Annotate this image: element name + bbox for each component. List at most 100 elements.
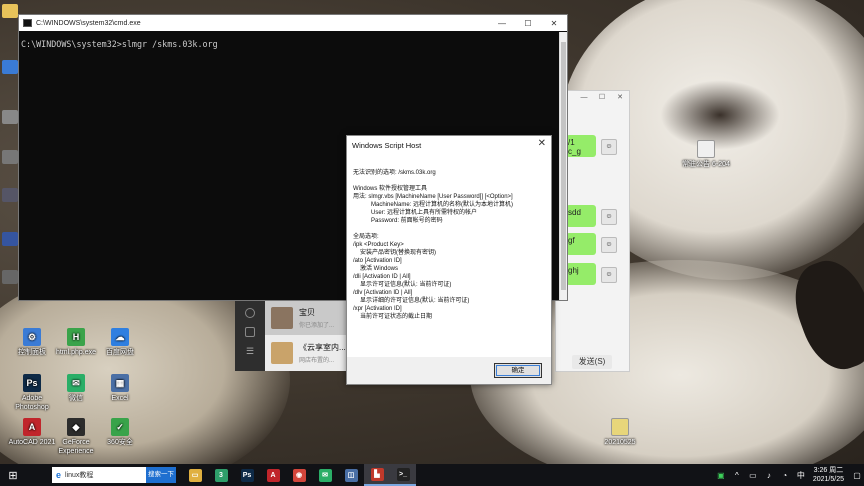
desktop-icon[interactable]: ☁ 百度网盘 [96,328,144,357]
avatar[interactable]: ☺ [601,209,617,225]
desktop-icon-label: AutoCAD 2021 [8,439,56,446]
desktop-icon-label: 百度网盘 [106,349,134,356]
message-line: Windows 软件授权管理工具 [353,186,428,192]
taskbar-app-button[interactable]: Ps [234,464,260,486]
clock-date: 2021/5/25 [812,476,844,483]
volume-icon[interactable]: ♪ [763,471,775,480]
minimize-button[interactable]: — [489,19,515,28]
desktop-icon[interactable]: Ps Adobe Photoshop [8,374,56,412]
app-tray-icon[interactable]: ▣ [715,471,727,480]
chat-bubble: ghj [566,263,596,285]
app-icon: ▙ [370,467,384,481]
search-button[interactable]: 搜索一下 [146,467,176,483]
desktop-icon[interactable]: Hhtml.php.exe [52,328,100,357]
maximize-button[interactable]: ☐ [515,19,541,28]
message-line: 当前许可证状态的截止日期 [360,314,433,320]
avatar[interactable]: ☺ [601,237,617,253]
close-icon[interactable]: ✕ [538,138,546,149]
search-text[interactable]: linux教程 [65,470,93,480]
taskbar-app-button[interactable]: ▙ [364,464,390,486]
message-line: User: 远程计算机上具有所需特权的帐户 [371,210,478,216]
message-line: 用法: slmgr.vbs [MachineName [User Passwor… [353,194,513,200]
message-line: 全局选项: [353,234,379,240]
close-button[interactable]: ✕ [611,91,629,105]
app-icon: ⚙ [23,328,41,346]
taskbar-app-button[interactable]: >_ [390,464,416,486]
list-item[interactable]: 宝贝 你已添加了... [265,300,355,335]
desktop-icon[interactable]: ✉ 微信 [52,374,100,403]
scrollbar-thumb[interactable] [561,42,566,290]
desktop-icon[interactable]: ◆ GeForce Experience [52,418,100,456]
taskbar-app-button[interactable]: ▭ [182,464,208,486]
cmd-titlebar[interactable]: C:\WINDOWS\system32\cmd.exe — ☐ ✕ [19,15,567,31]
desktop-icon[interactable]: 常驻公告 6-204 [682,140,730,169]
message-line: 安装产品密钥(替换现有密钥) [360,250,436,256]
app-icon: >_ [396,467,410,481]
app-icon: ▦ [111,374,129,392]
message-line: MachineName: 远程计算机的名称(默认为本地计算机) [371,202,514,208]
maximize-button[interactable]: ☐ [593,91,611,105]
desktop-icon-label: Adobe Photoshop [15,395,49,411]
desktop-icon[interactable]: ⚙ 控制面板 [8,328,56,357]
ok-button[interactable]: 确定 [494,363,542,378]
close-button[interactable]: ✕ [541,19,567,28]
desktop-icon-partial[interactable] [2,232,18,246]
desktop-icon-partial[interactable] [2,188,18,202]
menu-icon[interactable]: ☰ [245,346,255,356]
console-icon [23,19,32,27]
notification-icon[interactable]: ▢ [850,471,864,480]
desktop-icon-partial[interactable] [2,60,18,74]
avatar [271,306,293,329]
file-icon [611,418,629,436]
chat-bubble: sdd [566,205,596,227]
dialog-titlebar[interactable]: Windows Script Host ✕ [347,136,551,153]
taskbar-app-button[interactable]: A [260,464,286,486]
input-method-icon[interactable]: 中 [795,470,807,481]
app-icon: ☁ [111,328,129,346]
desktop-icon-label: html.php.exe [55,349,97,356]
desktop-icon[interactable]: A AutoCAD 2021 [8,418,56,447]
network-icon[interactable]: ▭ [747,471,759,480]
app-icon: A [23,418,41,436]
script-host-dialog[interactable]: Windows Script Host ✕ 无法识别的选项: /skms.03k… [346,135,552,385]
wechat-sidebar: ☰ [235,300,265,371]
desktop-icon[interactable]: 20210525 [596,418,644,447]
avatar[interactable]: ☺ [601,139,617,155]
app-icon: ▭ [188,468,202,482]
taskbar-apps: ▭ 3 Ps A ◉ ✉ ◫ ▙ >_ [182,464,416,486]
app-icon: Ps [23,374,41,392]
message-preview: 网店布置的... [299,357,335,364]
clock[interactable]: 3:26 周二 2021/5/25 [813,466,844,484]
desktop-icon[interactable]: ▦ Excel [96,374,144,403]
wechat-panel: ☰ 宝贝 你已添加了... 《云享室内... 网店布置的... [235,300,355,371]
chat-list: 宝贝 你已添加了... 《云享室内... 网店布置的... [265,300,355,371]
avatar[interactable]: ☺ [601,267,617,283]
desktop-icon-partial[interactable] [2,110,18,124]
desktop-icon-partial[interactable] [2,270,18,284]
send-button[interactable]: 发送(S) [572,355,612,369]
app-icon: ✉ [67,374,85,392]
taskbar-app-button[interactable]: ✉ [312,464,338,486]
message-line: /ato [Activation ID] [353,258,402,264]
message-line: 无法识别的选项: /skms.03k.org [353,170,436,176]
clock-time: 3:26 周二 [813,467,844,474]
minimize-button[interactable]: — [575,91,593,105]
scrollbar[interactable] [559,32,567,300]
taskbar-app-button[interactable]: ◫ [338,464,364,486]
app-icon: 3 [214,468,228,482]
desktop-icon[interactable]: ✓ 360安全 [96,418,144,447]
desktop-icon-partial[interactable] [2,150,18,164]
desktop-icon-partial[interactable] [2,4,18,18]
chevron-up-icon[interactable]: ^ [731,471,743,480]
taskbar-app-button[interactable]: 3 [208,464,234,486]
windows-start-icon[interactable]: ⊞ [0,469,26,482]
taskbar-app-button[interactable]: ◉ [286,464,312,486]
desktop-icon-label: 20210525 [604,439,636,446]
wifi-icon[interactable]: ◔ [779,471,791,480]
app-icon: ✓ [111,418,129,436]
list-item[interactable]: 《云享室内... 网店布置的... [265,335,355,370]
search-box[interactable]: e linux教程 [52,467,146,483]
compass-icon[interactable] [245,308,255,318]
phone-icon[interactable] [245,327,255,337]
console-output[interactable]: C:\WINDOWS\system32>slmgr /skms.03k.org [19,31,567,57]
